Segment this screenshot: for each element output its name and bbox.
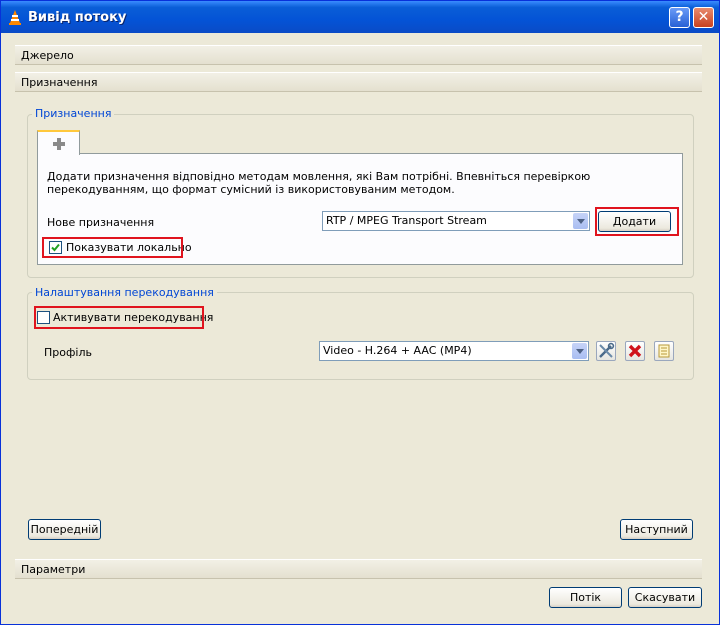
new-document-icon [658, 344, 670, 358]
chevron-down-icon [572, 343, 587, 359]
destination-group-title: Призначення [32, 107, 115, 120]
transcode-group-title: Налаштування перекодування [32, 286, 217, 299]
activate-transcode-highlight [34, 306, 204, 329]
destination-description: Додати призначення відповідно методам мо… [47, 170, 591, 196]
destination-method-value: RTP / MPEG Transport Stream [326, 214, 487, 227]
help-button[interactable]: ? [669, 7, 690, 28]
title-bar[interactable]: Вивід потоку ? ✕ [1, 1, 719, 33]
delete-profile-button[interactable] [625, 341, 645, 361]
destination-method-select[interactable]: RTP / MPEG Transport Stream [322, 211, 590, 231]
add-button-highlight [595, 207, 679, 236]
wrench-icon [599, 342, 615, 358]
close-button[interactable]: ✕ [693, 7, 714, 28]
profile-value: Video - H.264 + AAC (MP4) [323, 344, 472, 357]
new-profile-button[interactable] [654, 341, 674, 361]
previous-button[interactable]: Попередній [28, 519, 101, 540]
vlc-cone-icon [9, 10, 21, 25]
chevron-down-icon [573, 213, 588, 229]
section-source[interactable]: Джерело [15, 45, 702, 65]
plus-icon [53, 138, 65, 150]
stream-button[interactable]: Потік [549, 587, 622, 608]
section-options[interactable]: Параметри [15, 559, 702, 579]
next-button[interactable]: Наступний [620, 519, 693, 540]
show-locally-highlight [42, 237, 183, 258]
delete-x-icon [628, 344, 642, 358]
window-title: Вивід потоку [28, 10, 127, 25]
stream-output-dialog: Вивід потоку ? ✕ Джерело Призначення При… [0, 0, 720, 625]
profile-label: Профіль [44, 346, 92, 359]
tab-add-destination[interactable] [37, 130, 80, 155]
edit-profile-button[interactable] [596, 341, 616, 361]
section-destination[interactable]: Призначення [15, 72, 702, 92]
new-destination-label: Нове призначення [47, 216, 155, 229]
profile-select[interactable]: Video - H.264 + AAC (MP4) [319, 341, 589, 361]
cancel-button[interactable]: Скасувати [628, 587, 702, 608]
